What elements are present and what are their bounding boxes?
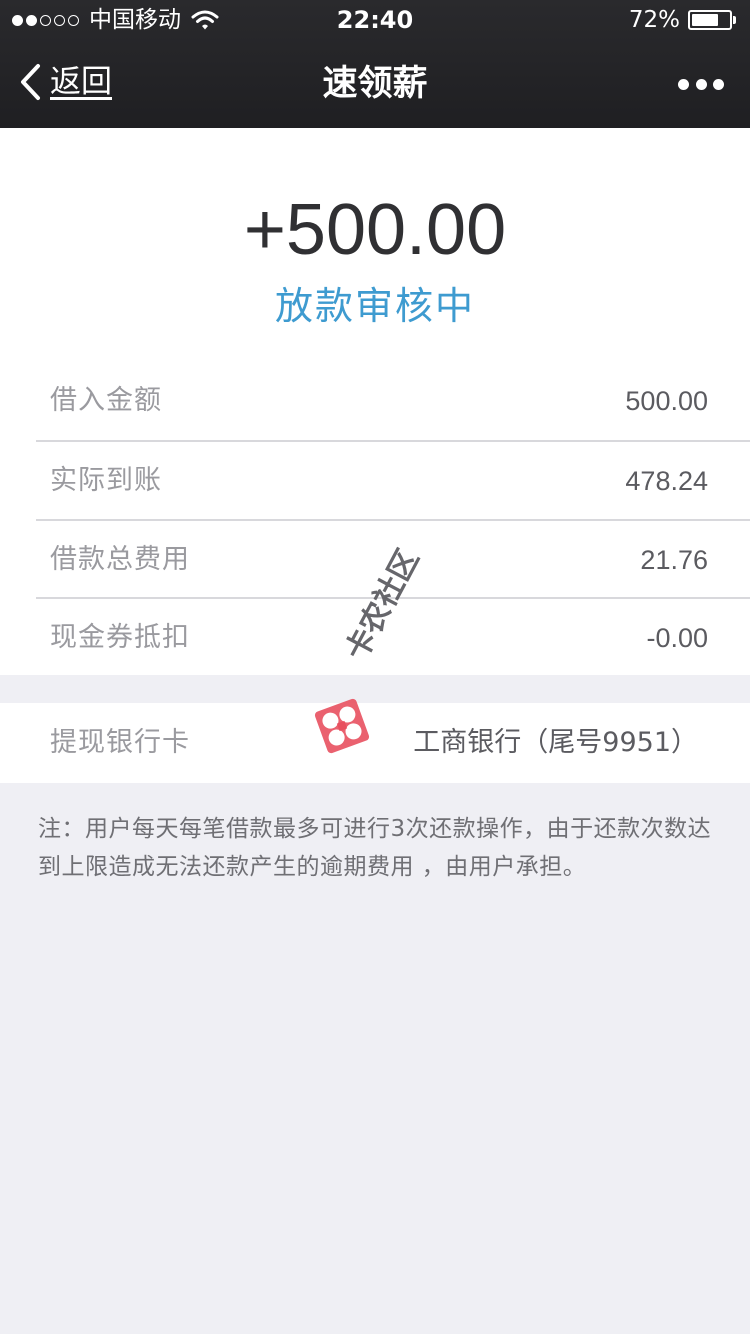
detail-label: 实际到账 xyxy=(50,465,162,496)
battery-fill xyxy=(692,14,718,26)
loan-status: 放款审核中 xyxy=(274,284,475,328)
more-dot-icon xyxy=(713,78,724,90)
loan-amount: +500.00 xyxy=(243,190,507,270)
status-bar: 中国移动 22:40 72% xyxy=(0,0,750,40)
detail-value: 478.24 xyxy=(625,466,708,496)
detail-row-coupon: 现金券抵扣 -0.00 xyxy=(0,599,750,677)
more-dot-icon xyxy=(678,78,689,90)
section-gap xyxy=(0,675,750,703)
battery-body xyxy=(688,10,732,30)
detail-row-received: 实际到账 478.24 xyxy=(0,442,750,520)
more-options-button[interactable] xyxy=(678,74,724,94)
bank-card-row[interactable]: 提现银行卡 工商银行（尾号9951） xyxy=(0,703,750,783)
loan-summary: +500.00 放款审核中 xyxy=(0,128,750,362)
battery-percent: 72% xyxy=(628,7,680,33)
detail-value: -0.00 xyxy=(646,623,708,653)
back-button[interactable]: 返回 xyxy=(18,62,112,102)
navigation-bar: 返回 速领薪 xyxy=(0,40,750,128)
bank-card-label: 提现银行卡 xyxy=(50,727,190,758)
detail-value: 500.00 xyxy=(625,386,708,416)
back-label: 返回 xyxy=(50,64,112,100)
repayment-note: 注：用户每天每笔借款最多可进行3次还款操作，由于还款次数达到上限造成无法还款产生… xyxy=(38,816,712,880)
chevron-left-icon xyxy=(21,64,40,100)
loan-details: 借入金额 500.00 实际到账 478.24 借款总费用 21.76 现金券抵… xyxy=(0,362,750,675)
detail-label: 现金券抵扣 xyxy=(50,622,190,653)
status-right: 72% xyxy=(629,6,736,34)
battery-tip xyxy=(733,16,736,24)
detail-row-borrowed: 借入金额 500.00 xyxy=(0,362,750,440)
detail-label: 借入金额 xyxy=(50,385,162,416)
detail-value: 21.76 xyxy=(640,545,708,575)
bank-card-value: 工商银行（尾号9951） xyxy=(413,727,698,758)
battery-icon xyxy=(688,10,736,30)
top-bar: 中国移动 22:40 72% 返回 速领薪 xyxy=(0,0,750,128)
page-title: 速领薪 xyxy=(322,64,428,104)
more-dot-icon xyxy=(695,78,707,90)
detail-row-total-fee: 借款总费用 21.76 xyxy=(0,521,750,599)
detail-label: 借款总费用 xyxy=(50,544,190,575)
